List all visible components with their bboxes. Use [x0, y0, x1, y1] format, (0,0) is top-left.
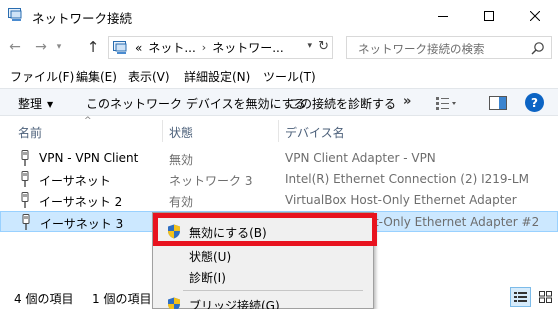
back-arrow-icon: ←	[9, 39, 21, 55]
menu-bar: ファイル(F) 編集(E) 表示(V) 詳細設定(N) ツール(T)	[0, 66, 558, 86]
chevron-down-icon: ▼	[47, 100, 54, 109]
search-icon[interactable]	[531, 41, 545, 55]
menu-view[interactable]: 表示(V)	[128, 68, 170, 85]
title-bar: ネットワーク接続	[0, 0, 558, 31]
sort-ascending-icon: ^	[84, 116, 92, 126]
connection-device: VPN Client Adapter - VPN	[285, 151, 436, 165]
search-input[interactable]: ネットワーク接続の検索	[346, 36, 552, 59]
context-item-status[interactable]: 状態(U)	[153, 244, 373, 266]
connection-name: イーサネット	[39, 174, 111, 188]
network-adapter-icon	[21, 150, 29, 166]
control-panel-icon	[113, 40, 127, 54]
close-icon	[530, 10, 540, 21]
breadcrumb-item[interactable]: ネット...	[148, 39, 195, 56]
close-button[interactable]	[512, 0, 558, 31]
forward-arrow-icon: →	[35, 39, 47, 55]
back-button[interactable]: ←	[4, 33, 26, 61]
details-view-icon	[514, 292, 527, 302]
large-icons-view-button[interactable]	[535, 287, 556, 307]
column-device[interactable]: デバイス名	[285, 124, 345, 141]
context-item-bridge[interactable]: ブリッジ接続(G)	[153, 293, 373, 309]
breadcrumb-overflow[interactable]: «	[135, 41, 142, 55]
context-item-label: 診断(I)	[189, 271, 226, 285]
refresh-icon[interactable]: ↻	[318, 39, 329, 54]
network-adapter-icon	[21, 171, 29, 187]
connection-device: VirtualBox Host-Only Ethernet Adapter	[285, 193, 517, 207]
maximize-icon	[484, 10, 494, 21]
table-row[interactable]: イーサネット ネットワーク 3 Intel(R) Ethernet Connec…	[0, 169, 558, 190]
minimize-button[interactable]	[420, 0, 466, 31]
large-icons-view-icon	[539, 291, 552, 303]
organize-button[interactable]: 整理 ▼	[18, 95, 53, 112]
connection-name: イーサネット 3	[40, 217, 124, 231]
highlight-annotation-box	[153, 213, 377, 246]
diagnose-button[interactable]: この接続を診断する	[288, 95, 396, 112]
network-adapter-icon	[22, 214, 30, 230]
connection-name: VPN - VPN Client	[39, 151, 139, 165]
window-title: ネットワーク接続	[32, 11, 133, 26]
connection-status: 有効	[169, 195, 194, 209]
column-name[interactable]: 名前	[18, 124, 42, 141]
breadcrumb-separator[interactable]: ›	[202, 41, 206, 54]
address-dropdown-icon[interactable]: ▾	[307, 41, 312, 51]
menu-advanced[interactable]: 詳細設定(N)	[184, 68, 250, 85]
connection-status: ネットワーク 3	[169, 174, 253, 188]
menu-edit[interactable]: 編集(E)	[76, 68, 117, 85]
context-item-diagnose[interactable]: 診断(I)	[153, 265, 373, 287]
address-bar[interactable]: « ネット... › ネットワー... ▾ ↻	[108, 36, 333, 59]
context-item-label: ブリッジ接続(G)	[189, 299, 280, 309]
change-view-icon[interactable]	[435, 96, 457, 110]
maximize-button[interactable]	[466, 0, 512, 31]
address-bar-row: ← → ▾ ↑ « ネット... › ネットワー... ▾ ↻ ネットワーク接続…	[0, 33, 558, 61]
context-item-label: 状態(U)	[189, 250, 232, 264]
up-button[interactable]: ↑	[82, 33, 104, 61]
minimize-icon	[438, 15, 448, 17]
preview-pane-icon[interactable]	[489, 96, 507, 110]
chevron-down-icon: ▾	[56, 42, 62, 52]
connection-name: イーサネット 2	[39, 195, 123, 209]
disable-device-button[interactable]: このネットワーク デバイスを無効にする	[86, 95, 306, 112]
search-placeholder: ネットワーク接続の検索	[358, 42, 485, 56]
command-bar: 整理 ▼ このネットワーク デバイスを無効にする この接続を診断する » ?	[0, 88, 558, 116]
connection-device: Intel(R) Ethernet Connection (2) I219-LM	[285, 172, 529, 186]
recent-locations-button[interactable]: ▾	[52, 33, 66, 61]
details-view-button[interactable]	[510, 287, 531, 307]
organize-label: 整理	[18, 97, 43, 111]
uac-shield-icon	[168, 297, 180, 309]
more-commands-button[interactable]: »	[403, 94, 411, 109]
column-header: ^ 名前 状態 デバイス名	[0, 116, 558, 144]
item-count: 4 個の項目	[14, 292, 74, 306]
network-adapter-icon	[21, 192, 29, 208]
forward-button[interactable]: →	[30, 33, 52, 61]
menu-file[interactable]: ファイル(F)	[10, 68, 74, 85]
breadcrumb-item[interactable]: ネットワー...	[212, 39, 283, 56]
table-row[interactable]: イーサネット 2 有効 VirtualBox Host-Only Etherne…	[0, 190, 558, 211]
help-icon[interactable]: ?	[525, 93, 544, 112]
column-status[interactable]: 状態	[169, 124, 193, 141]
column-divider[interactable]	[278, 120, 279, 142]
connection-status: 無効	[169, 153, 194, 167]
up-arrow-icon: ↑	[86, 38, 100, 56]
column-divider[interactable]	[162, 120, 163, 142]
context-menu-divider	[183, 290, 363, 291]
menu-tools[interactable]: ツール(T)	[263, 68, 316, 85]
table-row[interactable]: VPN - VPN Client 無効 VPN Client Adapter -…	[0, 148, 558, 169]
network-connections-app-icon	[8, 8, 22, 21]
